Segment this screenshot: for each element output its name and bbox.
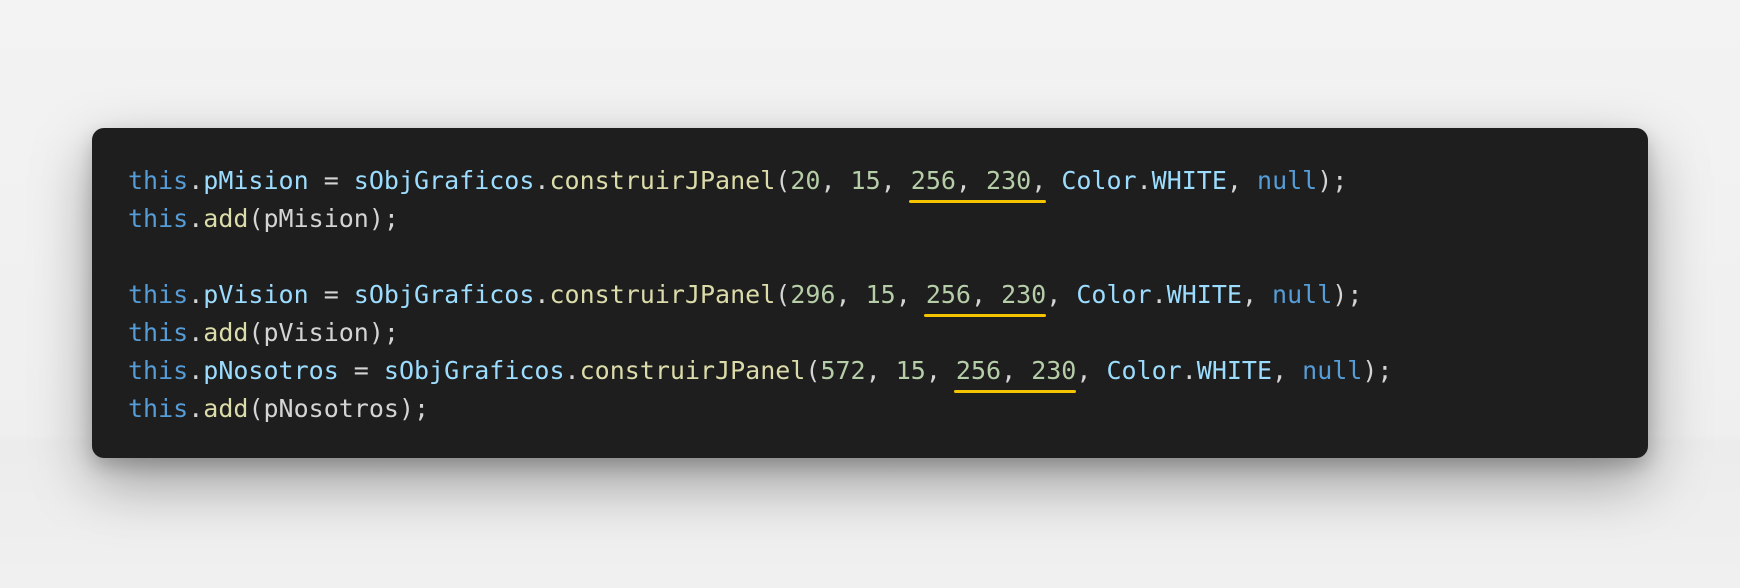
code-line: this.pVision = sObjGraficos.construirJPa… bbox=[128, 276, 1392, 317]
number-token: 296 bbox=[790, 280, 836, 309]
punctuation-token: , bbox=[955, 166, 987, 195]
identifier-token: Color bbox=[1076, 280, 1152, 309]
keyword-token: null bbox=[1302, 356, 1363, 385]
punctuation-token: , bbox=[835, 280, 866, 309]
punctuation-token: = bbox=[338, 356, 384, 385]
punctuation-token: (pMision); bbox=[248, 204, 399, 233]
function-token: construirJPanel bbox=[579, 356, 806, 385]
number-token: 256 bbox=[925, 280, 971, 309]
code-line: this.pNosotros = sObjGraficos.construirJ… bbox=[128, 352, 1393, 393]
punctuation-token: ( bbox=[775, 280, 791, 309]
punctuation-token: , bbox=[925, 356, 956, 385]
function-token: construirJPanel bbox=[549, 280, 776, 309]
punctuation-token: ( bbox=[775, 166, 791, 195]
code-line: this.add(pVision); bbox=[128, 314, 1392, 352]
punctuation-token: , bbox=[865, 356, 896, 385]
punctuation-token: . bbox=[1181, 356, 1197, 385]
number-token: 230 bbox=[1001, 280, 1047, 309]
punctuation-token: . bbox=[188, 394, 204, 423]
keyword-token: this bbox=[128, 356, 189, 385]
identifier-token: sObjGraficos bbox=[353, 280, 535, 309]
keyword-token: this bbox=[128, 166, 189, 195]
punctuation-token: . bbox=[564, 356, 580, 385]
punctuation-token: . bbox=[188, 280, 204, 309]
punctuation-token: , bbox=[820, 166, 851, 195]
function-token: construirJPanel bbox=[549, 166, 776, 195]
punctuation-token: ( bbox=[805, 356, 821, 385]
punctuation-token: , bbox=[1241, 280, 1273, 309]
punctuation-token: . bbox=[188, 356, 204, 385]
punctuation-token: . bbox=[534, 280, 550, 309]
number-token: 15 bbox=[850, 166, 881, 195]
identifier-token: WHITE bbox=[1196, 356, 1273, 385]
function-token: add bbox=[203, 204, 249, 233]
number-token: 256 bbox=[910, 166, 956, 195]
punctuation-token: = bbox=[308, 166, 354, 195]
identifier-token: sObjGraficos bbox=[353, 166, 535, 195]
highlighted-size-args: 256, 230 bbox=[923, 276, 1047, 317]
number-token: 230 bbox=[1031, 356, 1077, 385]
keyword-token: this bbox=[128, 204, 189, 233]
identifier-token: sObjGraficos bbox=[383, 356, 565, 385]
keyword-token: this bbox=[128, 318, 189, 347]
punctuation-token: , bbox=[1076, 356, 1107, 385]
function-token: add bbox=[203, 318, 249, 347]
punctuation-token: , bbox=[1031, 166, 1047, 195]
keyword-token: this bbox=[128, 394, 189, 423]
punctuation-token: = bbox=[308, 280, 354, 309]
number-token: 256 bbox=[955, 356, 1002, 385]
punctuation-token: (pNosotros); bbox=[248, 394, 430, 423]
punctuation-token: . bbox=[188, 166, 204, 195]
code-line: this.pMision = sObjGraficos.construirJPa… bbox=[128, 162, 1392, 203]
punctuation-token: , bbox=[1272, 356, 1303, 385]
punctuation-token: ); bbox=[1317, 166, 1348, 195]
number-token: 15 bbox=[865, 280, 896, 309]
identifier-token: pMision bbox=[203, 166, 309, 195]
identifier-token: Color bbox=[1061, 166, 1137, 195]
punctuation-token: , bbox=[1001, 356, 1032, 385]
identifier-token: Color bbox=[1106, 356, 1182, 385]
punctuation-token: , bbox=[1046, 280, 1077, 309]
function-token: add bbox=[203, 394, 249, 423]
punctuation-token: , bbox=[1226, 166, 1258, 195]
code-block: this.pMision = sObjGraficos.construirJPa… bbox=[128, 162, 1392, 428]
number-token: 572 bbox=[820, 356, 866, 385]
code-line: this.add(pMision); bbox=[128, 200, 1392, 238]
punctuation-token: , bbox=[970, 280, 1002, 309]
punctuation-token: . bbox=[534, 166, 550, 195]
punctuation-token: . bbox=[188, 318, 204, 347]
punctuation-token: , bbox=[895, 280, 926, 309]
punctuation-token: . bbox=[1151, 280, 1167, 309]
punctuation-token bbox=[1046, 166, 1061, 195]
highlighted-size-args: 256, 230, bbox=[908, 162, 1047, 203]
identifier-token: pVision bbox=[203, 280, 309, 309]
punctuation-token: (pVision); bbox=[248, 318, 399, 347]
identifier-token: WHITE bbox=[1166, 280, 1242, 309]
keyword-token: null bbox=[1272, 280, 1333, 309]
identifier-token: pNosotros bbox=[203, 356, 339, 385]
punctuation-token: . bbox=[1136, 166, 1152, 195]
punctuation-token: . bbox=[188, 204, 204, 233]
keyword-token: this bbox=[128, 280, 189, 309]
number-token: 20 bbox=[790, 166, 821, 195]
punctuation-token: , bbox=[880, 166, 911, 195]
punctuation-token: ); bbox=[1362, 356, 1393, 385]
identifier-token: WHITE bbox=[1151, 166, 1227, 195]
highlighted-size-args: 256, 230 bbox=[953, 352, 1077, 393]
code-snippet-panel: this.pMision = sObjGraficos.construirJPa… bbox=[92, 128, 1648, 458]
punctuation-token: ); bbox=[1332, 280, 1363, 309]
keyword-token: null bbox=[1257, 166, 1318, 195]
code-line: this.add(pNosotros); bbox=[128, 390, 1392, 428]
number-token: 230 bbox=[986, 166, 1032, 195]
number-token: 15 bbox=[895, 356, 926, 385]
